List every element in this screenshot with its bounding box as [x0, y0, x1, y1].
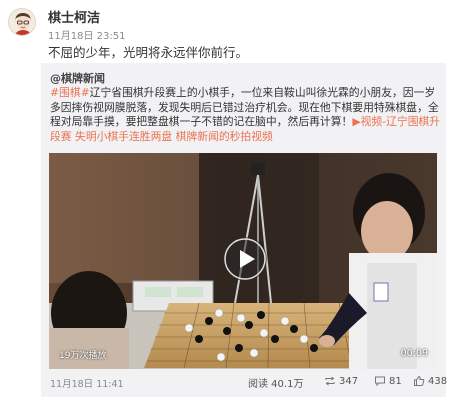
video-player[interactable]: 19万次播放 00:09: [49, 153, 437, 369]
repost-card: @棋牌新闻 #围棋#辽宁省围棋升段赛上的小棋手，一位来自鞍山叫徐光霖的小朋友，因…: [41, 63, 447, 397]
play-icon: [224, 238, 266, 280]
original-post-text: #围棋#辽宁省围棋升段赛上的小棋手，一位来自鞍山叫徐光霖的小朋友，因一岁多因摔伤…: [50, 86, 444, 144]
read-count: 阅读 40.1万: [248, 375, 303, 390]
repost-count: 347: [339, 375, 359, 387]
video-link-icon: ▶: [352, 115, 361, 128]
read-count-label: 阅读 40.1万: [248, 379, 304, 390]
comment-button[interactable]: 81: [374, 375, 402, 387]
topic-tag-link[interactable]: #围棋#: [50, 86, 90, 99]
repost-icon: [325, 376, 335, 386]
user-name[interactable]: 棋士柯洁: [48, 7, 100, 26]
comment-icon: [375, 376, 385, 387]
post-time[interactable]: 11月18日 23:51: [48, 27, 125, 42]
post-text: 不屈的少年，光明将永远伴你前行。: [48, 45, 249, 60]
repost-button[interactable]: 347: [324, 375, 358, 387]
original-post-time[interactable]: 11月18日 11:41: [50, 376, 124, 390]
avatar[interactable]: [8, 8, 36, 36]
thumbs-up-icon: [414, 375, 425, 386]
view-count: 19万次播放: [59, 351, 107, 361]
like-count: 438: [428, 375, 448, 387]
play-button[interactable]: [223, 237, 267, 281]
original-author[interactable]: @棋牌新闻: [50, 70, 105, 86]
like-button[interactable]: 438: [413, 375, 447, 387]
video-duration: 00:09: [400, 348, 428, 359]
source-video-link[interactable]: 棋牌新闻的秒拍视频: [176, 130, 273, 143]
comment-count: 81: [389, 375, 402, 387]
